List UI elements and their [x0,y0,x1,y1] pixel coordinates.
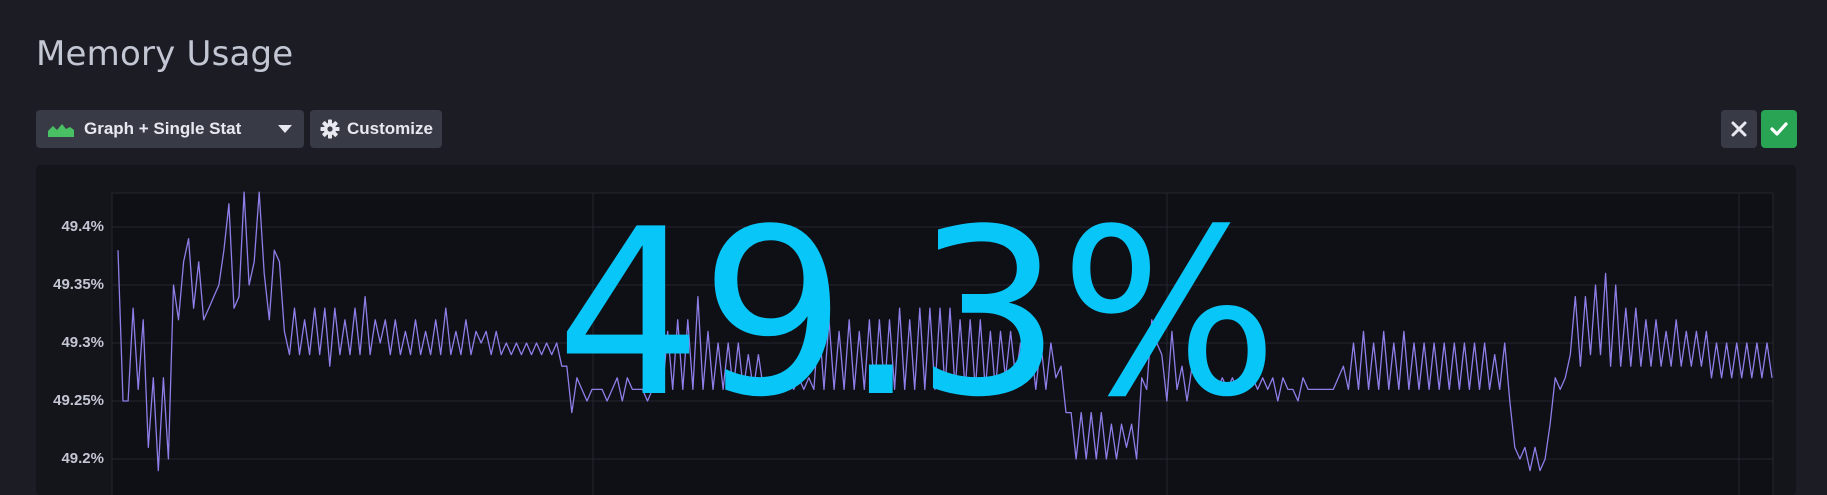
y-tick-label: 49.3% [61,334,104,351]
graph-panel: 49.4% 49.35% 49.3% 49.25% 49.2% 49.3% [36,165,1796,495]
confirm-button[interactable] [1761,110,1797,148]
page-title: Memory Usage [36,34,294,74]
y-tick-label: 49.35% [53,276,104,293]
y-tick-label: 49.2% [61,450,104,467]
visualization-type-dropdown[interactable]: Graph + Single Stat [36,110,304,148]
customize-label: Customize [347,119,433,138]
line-graph [111,191,1774,495]
close-icon [1731,121,1747,137]
y-tick-label: 49.4% [61,218,104,235]
gear-icon [320,119,340,139]
checkmark-icon [1770,121,1788,137]
caret-down-icon [278,125,292,133]
overlay-actions [1721,110,1797,148]
toolbar: Graph + Single Stat Customize [36,110,442,148]
y-tick-label: 49.25% [53,392,104,409]
close-button[interactable] [1721,110,1757,148]
graph-icon [48,121,74,137]
visualization-type-label: Graph + Single Stat [84,119,242,138]
customize-button[interactable]: Customize [310,110,442,148]
